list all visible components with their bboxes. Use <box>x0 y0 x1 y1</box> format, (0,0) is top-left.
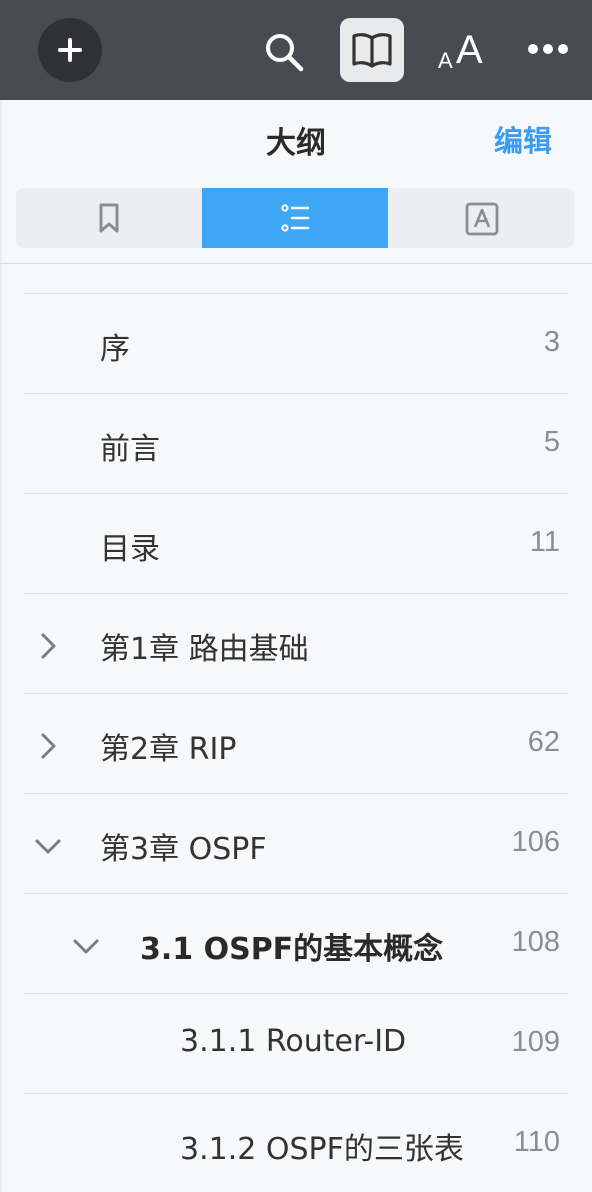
bookmark-icon <box>99 203 119 233</box>
font-size-button[interactable]: A A <box>434 26 494 76</box>
outline-item[interactable]: 序3 <box>24 293 568 393</box>
chevron-right-icon[interactable] <box>34 732 62 760</box>
edit-button[interactable]: 编辑 <box>494 118 552 160</box>
outline-item-page: 106 <box>511 826 560 858</box>
more-icon[interactable] <box>528 44 568 56</box>
outline-item-label: 第2章 RIP <box>100 732 237 767</box>
add-button[interactable] <box>38 18 102 82</box>
outline-item-page: 3 <box>543 326 560 358</box>
outline-item-label: 3.1.1 Router-ID <box>180 1024 407 1059</box>
outline-item-page: 62 <box>527 726 560 758</box>
outline-item-page: 108 <box>511 926 560 958</box>
search-icon[interactable] <box>262 30 306 74</box>
outline-item-label: 目录 <box>100 532 160 567</box>
chevron-down-icon[interactable] <box>72 932 100 960</box>
book-button[interactable] <box>340 18 404 82</box>
outline-list-icon <box>281 204 310 232</box>
outline-item-page: 11 <box>529 526 560 558</box>
outline-item[interactable]: 3.1.2 OSPF的三张表 110 <box>24 1093 568 1192</box>
outline-item[interactable]: 第3章 OSPF 106 <box>24 793 568 893</box>
tab-outline[interactable] <box>202 188 388 248</box>
outline-item[interactable]: 3.1 OSPF的基本概念 108 <box>24 893 568 993</box>
chevron-right-icon[interactable] <box>34 632 62 660</box>
book-icon <box>352 33 392 68</box>
outline-item-label: 3.1 OSPF的基本概念 <box>140 932 444 967</box>
outline-item[interactable]: 目录 11 <box>24 493 568 593</box>
tab-annotations[interactable] <box>388 188 574 248</box>
top-toolbar: A A <box>0 0 592 100</box>
outline-item-label: 第3章 OSPF <box>100 832 267 867</box>
outline-item-label: 3.1.2 OSPF的三张表 <box>180 1132 464 1167</box>
font-size-small-letter: A <box>438 48 453 73</box>
outline-item-label: 第1章 路由基础 <box>100 632 309 667</box>
annotation-icon <box>465 202 499 236</box>
outline-item-page: 110 <box>513 1126 560 1158</box>
outline-item[interactable]: 3.1.1 Router-ID 109 <box>24 993 568 1093</box>
outline-item-label: 前言 <box>100 432 160 467</box>
outline-list: 序 3 前言 5 目录 11 第1章 路由基础 第2章 RIP 62 第3章 OSPF 106 3.1… <box>24 293 568 1192</box>
font-size-big-letter: A <box>456 28 483 72</box>
outline-item[interactable]: 第2章 RIP 62 <box>24 693 568 793</box>
chevron-down-icon[interactable] <box>34 832 62 860</box>
outline-item-label: 序 <box>100 332 130 367</box>
tab-bar <box>16 188 574 248</box>
outline-item[interactable]: 前言 5 <box>24 393 568 493</box>
tab-bookmarks[interactable] <box>16 188 202 248</box>
header-divider <box>0 263 592 264</box>
outline-item-page: 5 <box>543 426 560 458</box>
outline-item[interactable]: 第1章 路由基础 <box>24 593 568 693</box>
outline-item-page: 109 <box>511 1026 560 1058</box>
